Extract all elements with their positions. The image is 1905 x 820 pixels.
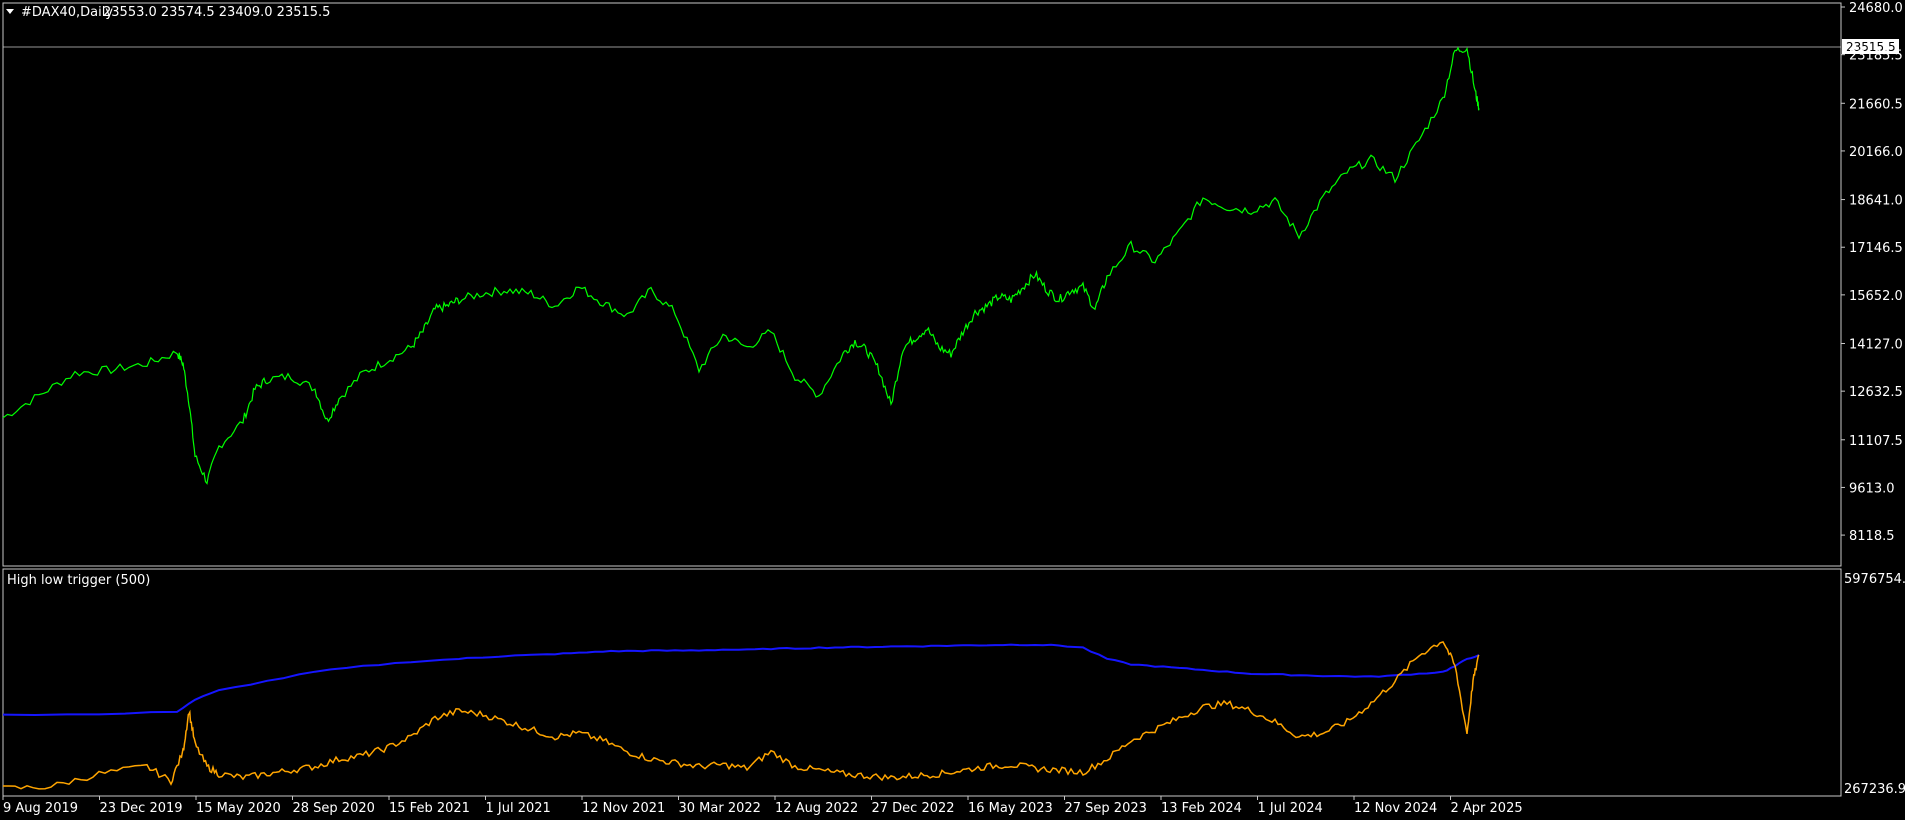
price-y-tick-label: 11107.5: [1849, 434, 1903, 449]
indicator-orange-line: [3, 640, 1480, 790]
indicator-label: High low trigger (500): [7, 573, 150, 588]
indicator-y-bottom-label: 267236.9: [1844, 782, 1905, 797]
date-x-tick-label: 27 Sep 2023: [1065, 801, 1147, 816]
date-x-tick-label: 27 Dec 2022: [872, 801, 955, 816]
date-x-tick-label: 15 Feb 2021: [389, 801, 470, 816]
price-y-tick-label: 9613.0: [1849, 481, 1895, 496]
price-y-tick-label: 14127.0: [1849, 337, 1903, 352]
date-x-tick-label: 12 Nov 2024: [1354, 801, 1437, 816]
date-x-tick-label: 15 May 2020: [196, 801, 281, 816]
price-y-tick-label: 15652.0: [1849, 289, 1903, 304]
symbol-label: #DAX40,Daily: [21, 5, 113, 20]
price-y-axis: 24680.0 23185.5 21660.5 20166.0 18641.0 17146…: [1841, 1, 1903, 544]
indicator-pane-frame: [2, 568, 1842, 797]
price-y-tick-label: 20166.0: [1849, 145, 1903, 160]
date-x-tick-label: 16 May 2023: [968, 801, 1053, 816]
ohlc-values: 23553.0 23574.5 23409.0 23515.5: [103, 5, 330, 20]
main-pane-frame: [2, 2, 1842, 567]
date-x-tick-label: 13 Feb 2024: [1161, 801, 1242, 816]
price-y-tick-label: 18641.0: [1849, 194, 1903, 209]
date-x-axis: 9 Aug 2019 23 Dec 2019 15 May 2020 28 Sep 2…: [2, 796, 1523, 816]
date-x-tick-label: 12 Nov 2021: [582, 801, 665, 816]
date-x-tick-label: 23 Dec 2019: [100, 801, 183, 816]
date-x-tick-label: 12 Aug 2022: [775, 801, 858, 816]
date-x-tick-label: 1 Jul 2021: [486, 801, 551, 816]
price-y-tick-label: 12632.5: [1849, 385, 1903, 400]
price-y-tick-label: 23185.5: [1849, 49, 1903, 64]
dropdown-triangle-icon[interactable]: [6, 9, 14, 14]
price-y-tick-label: 21660.5: [1849, 97, 1903, 112]
date-x-tick-label: 9 Aug 2019: [3, 801, 78, 816]
date-x-tick-label: 2 Apr 2025: [1451, 801, 1523, 816]
price-y-tick-label: 24680.0: [1849, 1, 1903, 16]
price-y-tick-label: 17146.5: [1849, 241, 1903, 256]
date-x-tick-label: 30 Mar 2022: [679, 801, 761, 816]
date-x-tick-label: 1 Jul 2024: [1258, 801, 1323, 816]
date-x-tick-label: 28 Sep 2020: [293, 801, 375, 816]
chart-canvas: #DAX40,Daily 23553.0 23574.5 23409.0 235…: [2, 1, 1905, 816]
indicator-y-top-label: 5976754.3: [1844, 572, 1905, 587]
indicator-blue-line: [2, 643, 1480, 717]
price-series-line: [2, 46, 1480, 485]
price-y-tick-label: 8118.5: [1849, 529, 1895, 544]
